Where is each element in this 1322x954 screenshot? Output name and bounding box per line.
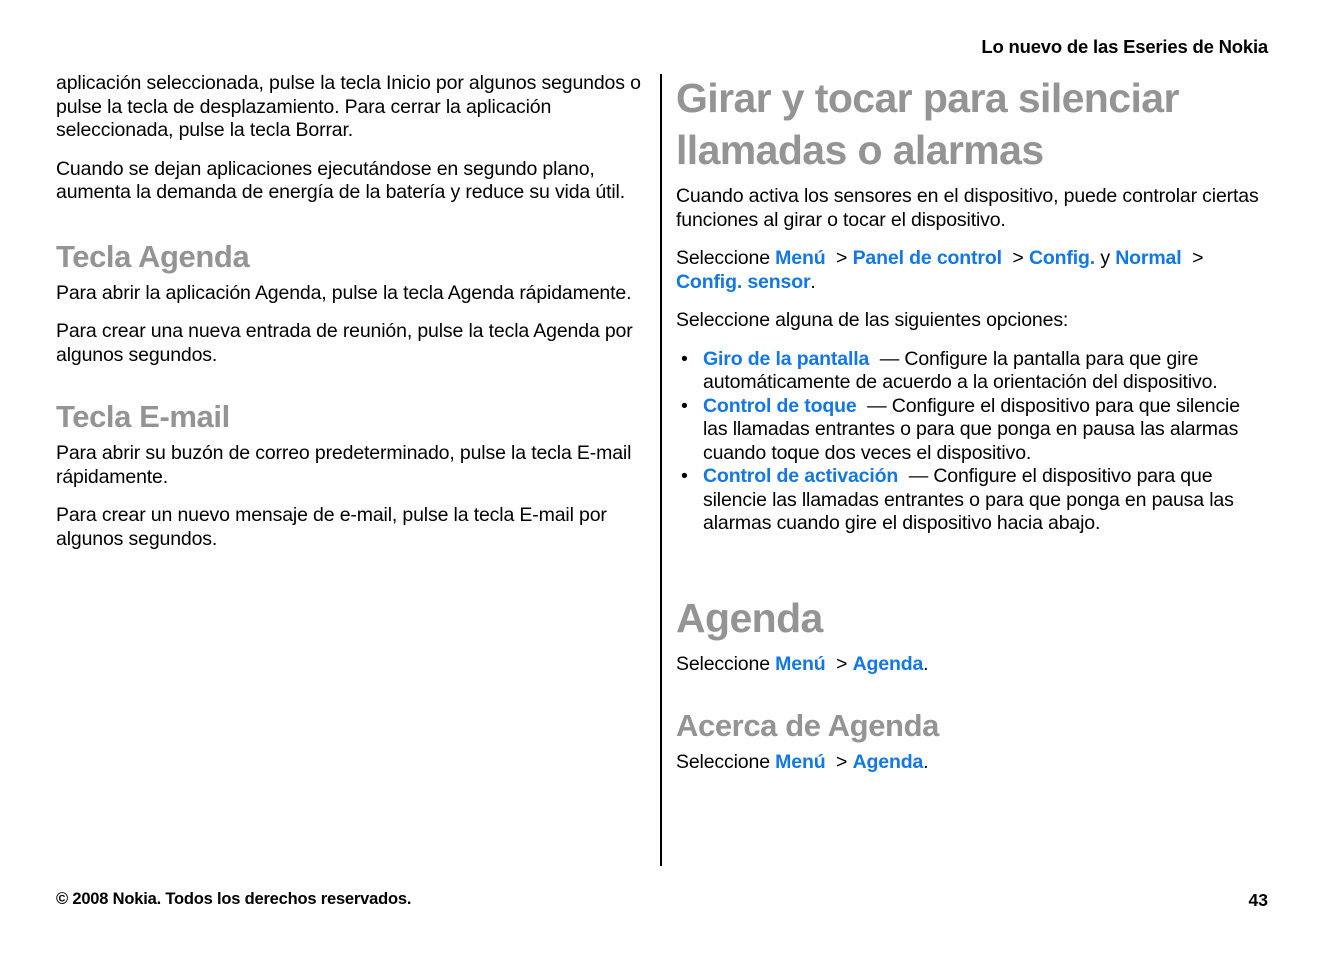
sensor-options-list: • Giro de la pantalla — Configure la pant…: [676, 348, 1268, 536]
tecla-email-paragraph-1: Para abrir su buzón de correo predetermi…: [56, 442, 632, 488]
tecla-agenda-paragraph-1: Para abrir la aplicación Agenda, pulse l…: [56, 281, 632, 304]
path-period: .: [923, 652, 929, 675]
page-footer: © 2008 Nokia. Todos los derechos reserva…: [56, 890, 1268, 914]
path-period: .: [923, 751, 929, 773]
heading-tecla-agenda: Tecla Agenda: [56, 238, 250, 274]
left-paragraph-1: aplicación seleccionada, pulse la tecla …: [56, 72, 641, 141]
tecla-agenda-paragraph-2: Para crear una nueva entrada de reunión,…: [56, 320, 633, 366]
bullet-icon: •: [681, 347, 688, 370]
running-head: Lo nuevo de las Eseries de Nokia: [981, 36, 1268, 57]
link-menu[interactable]: Menú: [775, 247, 825, 269]
path-separator-1: >: [836, 247, 848, 269]
acerca-agenda-path: Seleccione Menú > Agenda.: [676, 751, 1268, 775]
heading-girar-y-tocar: Girar y tocar para silenciar llamadas o …: [676, 75, 1179, 173]
option-term-control-de-activacion[interactable]: Control de activación: [703, 465, 898, 487]
link-config-sensor[interactable]: Config. sensor: [676, 271, 811, 293]
path-period: .: [810, 270, 816, 293]
sensor-settings-path: Seleccione Menú > Panel de control > Con…: [676, 247, 1268, 294]
path-separator-3: >: [1192, 247, 1204, 269]
manual-page: Lo nuevo de las Eseries de Nokia aplicac…: [0, 0, 1322, 954]
heading-agenda: Agenda: [676, 594, 823, 641]
link-panel-de-control[interactable]: Panel de control: [853, 247, 1002, 269]
list-item: • Control de activación — Configure el di…: [676, 465, 1268, 536]
link-agenda[interactable]: Agenda: [853, 751, 924, 773]
option-dash: —: [867, 394, 887, 417]
path-separator-1: >: [836, 751, 848, 773]
right-column: Girar y tocar para silenciar llamadas o …: [676, 72, 1268, 790]
link-normal[interactable]: Normal: [1115, 247, 1181, 269]
bullet-icon: •: [681, 394, 688, 417]
heading-acerca-de-agenda: Acerca de Agenda: [676, 708, 939, 743]
option-dash: —: [879, 347, 900, 370]
list-item: • Control de toque — Configure el disposi…: [676, 395, 1268, 466]
copyright-notice: © 2008 Nokia. Todos los derechos reserva…: [56, 890, 412, 908]
options-intro: Seleccione alguna de las siguientes opci…: [676, 309, 1069, 331]
path-separator-2: >: [1012, 247, 1024, 269]
list-item: • Giro de la pantalla — Configure la pant…: [676, 348, 1268, 395]
left-paragraph-2: Cuando se dejan aplicaciones ejecutándos…: [56, 157, 625, 204]
link-agenda[interactable]: Agenda: [853, 653, 924, 675]
left-column: aplicación seleccionada, pulse la tecla …: [56, 72, 648, 566]
tecla-email-paragraph-2: Para crear un nuevo mensaje de e-mail, p…: [56, 504, 607, 550]
path-separator-1: >: [836, 652, 848, 675]
path-intro-text: Seleccione: [676, 247, 776, 269]
agenda-path: Seleccione Menú > Agenda.: [676, 653, 1268, 677]
link-menu[interactable]: Menú: [775, 653, 825, 675]
page-number: 43: [1248, 890, 1268, 910]
girar-paragraph-1: Cuando activa los sensores en el disposi…: [676, 185, 1259, 231]
link-config[interactable]: Config.: [1029, 247, 1095, 269]
option-term-control-de-toque[interactable]: Control de toque: [703, 395, 857, 417]
path-intro-text: Seleccione: [676, 652, 776, 675]
column-divider: [660, 74, 662, 866]
heading-tecla-email: Tecla E-mail: [56, 399, 230, 434]
link-menu[interactable]: Menú: [775, 751, 825, 773]
bullet-icon: •: [681, 465, 688, 487]
path-intro-text: Seleccione: [676, 751, 776, 773]
path-conjunction: y: [1100, 247, 1110, 269]
option-dash: —: [908, 465, 929, 487]
option-term-giro-de-la-pantalla[interactable]: Giro de la pantalla: [703, 348, 869, 370]
